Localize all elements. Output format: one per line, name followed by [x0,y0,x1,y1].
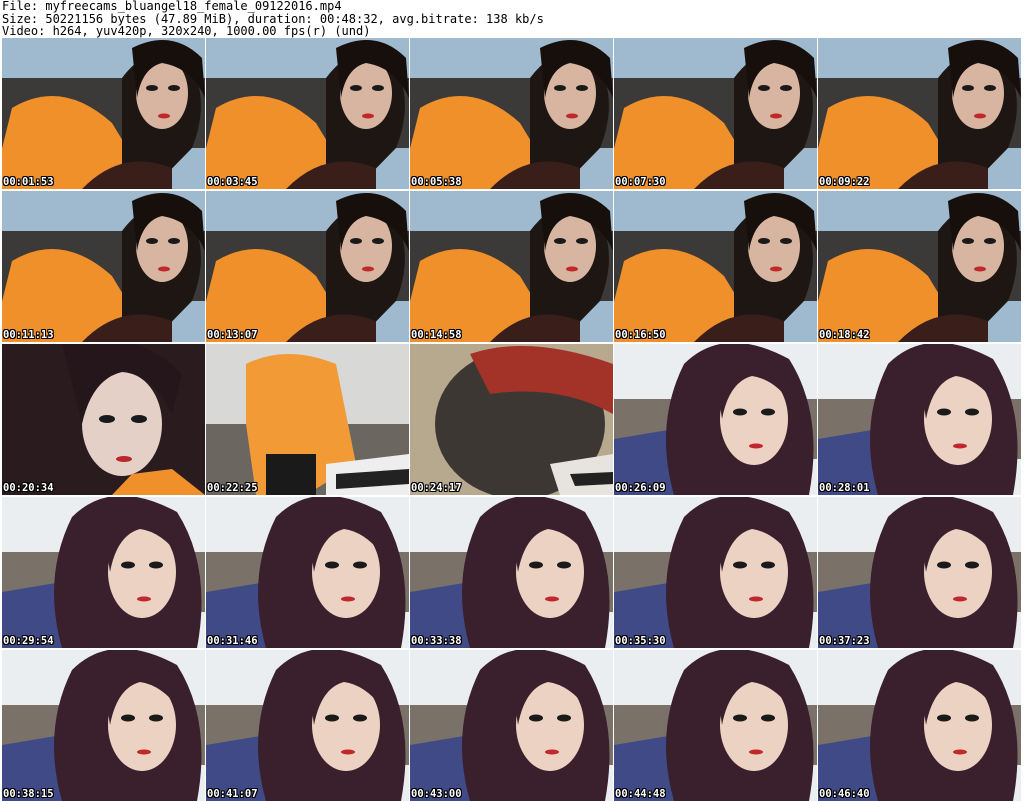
thumbnail-frame-image [818,38,1021,189]
video-thumbnail: 00:14:58 [410,191,613,342]
thumbnail-frame-image [410,38,613,189]
video-thumbnail: 00:28:01 [818,344,1021,495]
thumbnail-frame-image [410,497,613,648]
thumbnail-frame-image [410,344,613,495]
thumbnail-timestamp: 00:37:23 [819,635,870,647]
file-name-line: File: myfreecams_bluangel18_female_09122… [2,0,342,13]
video-thumbnail: 00:01:53 [2,38,205,189]
thumbnail-timestamp: 00:41:07 [207,788,258,800]
thumbnail-frame-image [614,344,817,495]
video-thumbnail: 00:13:07 [206,191,409,342]
thumbnail-timestamp: 00:26:09 [615,482,666,494]
thumbnail-frame-image [206,38,409,189]
thumbnail-frame-image [614,38,817,189]
thumbnail-timestamp: 00:24:17 [411,482,462,494]
video-thumbnail: 00:07:30 [614,38,817,189]
video-thumbnail: 00:03:45 [206,38,409,189]
thumbnail-timestamp: 00:29:54 [3,635,54,647]
video-thumbnail: 00:35:30 [614,497,817,648]
thumbnail-frame-image [2,191,205,342]
video-thumbnail: 00:16:50 [614,191,817,342]
thumbnail-frame-image [818,650,1021,801]
thumbnail-frame-image [2,38,205,189]
thumbnail-frame-image [206,497,409,648]
thumbnail-timestamp: 00:46:40 [819,788,870,800]
thumbnail-timestamp: 00:22:25 [207,482,258,494]
thumbnail-timestamp: 00:14:58 [411,329,462,341]
thumbnail-grid: 00:01:53 00:03:45 00:05:38 00:07:30 00:0… [2,38,1021,801]
thumbnail-timestamp: 00:28:01 [819,482,870,494]
video-info-line: Video: h264, yuv420p, 320x240, 1000.00 f… [2,24,371,38]
thumbnail-timestamp: 00:01:53 [3,176,54,188]
thumbnail-timestamp: 00:11:13 [3,329,54,341]
video-thumbnail: 00:29:54 [2,497,205,648]
thumbnail-frame-image [2,650,205,801]
thumbnail-timestamp: 00:35:30 [615,635,666,647]
video-thumbnail: 00:38:15 [2,650,205,801]
thumbnail-timestamp: 00:31:46 [207,635,258,647]
thumbnail-frame-image [614,650,817,801]
thumbnail-frame-image [2,497,205,648]
thumbnail-frame-image [206,650,409,801]
video-thumbnail: 00:33:38 [410,497,613,648]
video-thumbnail: 00:24:17 [410,344,613,495]
file-info-header: File: myfreecams_bluangel18_female_09122… [2,0,544,38]
thumbnail-timestamp: 00:03:45 [207,176,258,188]
thumbnail-frame-image [410,191,613,342]
video-thumbnail: 00:37:23 [818,497,1021,648]
video-thumbnail: 00:44:48 [614,650,817,801]
thumbnail-frame-image [614,191,817,342]
thumbnail-frame-image [206,344,409,495]
thumbnail-timestamp: 00:16:50 [615,329,666,341]
thumbnail-timestamp: 00:20:34 [3,482,54,494]
thumbnail-frame-image [818,191,1021,342]
thumbnail-frame-image [614,497,817,648]
thumbnail-timestamp: 00:13:07 [207,329,258,341]
thumbnail-timestamp: 00:33:38 [411,635,462,647]
thumbnail-frame-image [206,191,409,342]
video-thumbnail: 00:11:13 [2,191,205,342]
video-thumbnail: 00:22:25 [206,344,409,495]
thumbnail-timestamp: 00:05:38 [411,176,462,188]
video-thumbnail: 00:18:42 [818,191,1021,342]
video-thumbnail: 00:26:09 [614,344,817,495]
thumbnail-frame-image [2,344,205,495]
video-thumbnail: 00:05:38 [410,38,613,189]
thumbnail-frame-image [410,650,613,801]
video-thumbnail: 00:41:07 [206,650,409,801]
video-thumbnail: 00:31:46 [206,497,409,648]
video-thumbnail: 00:20:34 [2,344,205,495]
thumbnail-timestamp: 00:38:15 [3,788,54,800]
video-thumbnail: 00:43:00 [410,650,613,801]
thumbnail-timestamp: 00:09:22 [819,176,870,188]
thumbnail-frame-image [818,497,1021,648]
thumbnail-timestamp: 00:07:30 [615,176,666,188]
thumbnail-frame-image [818,344,1021,495]
thumbnail-timestamp: 00:18:42 [819,329,870,341]
thumbnail-timestamp: 00:43:00 [411,788,462,800]
video-thumbnail: 00:09:22 [818,38,1021,189]
thumbnail-timestamp: 00:44:48 [615,788,666,800]
video-thumbnail: 00:46:40 [818,650,1021,801]
